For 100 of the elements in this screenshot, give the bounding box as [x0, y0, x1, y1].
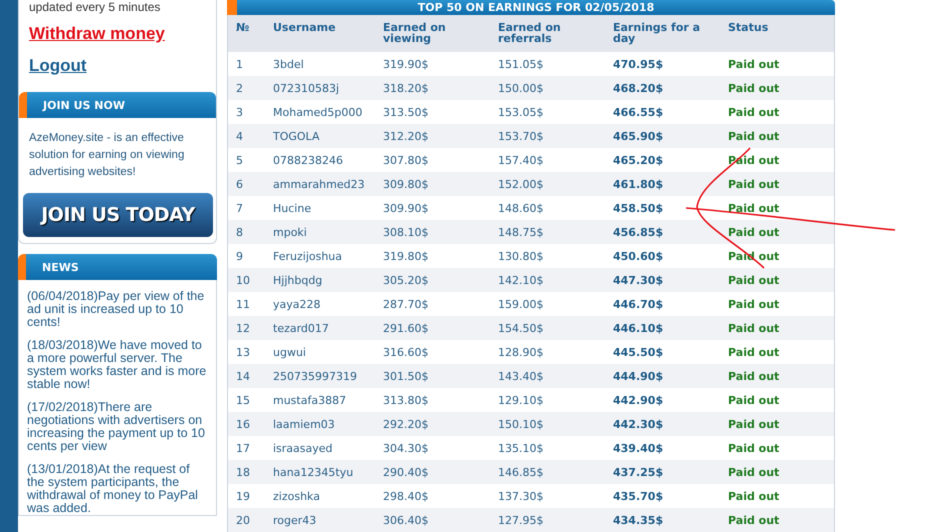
update-note: updated every 5 minutes	[28, 0, 162, 16]
column-header: Username	[272, 22, 337, 33]
table-cell-text: Paid out	[727, 442, 780, 454]
table-cell-text: tezard017	[272, 322, 330, 334]
table-cell-text: Paid out	[727, 106, 780, 118]
news-item: (13/01/2018)At the request of the system participants, the withdrawal of money to PayPal was added.	[27, 463, 199, 515]
table-cell-text: 151.05$	[497, 58, 544, 70]
sidebar-link[interactable]: Withdraw money	[29, 24, 165, 44]
table-cell-text: Feruzijoshua	[272, 250, 344, 262]
table-cell-text: 14	[235, 370, 251, 382]
table-cell-text: 152.00$	[497, 178, 544, 190]
table-cell-text: ammarahmed23	[272, 178, 366, 190]
table-cell-text: 150.10$	[497, 418, 544, 430]
news-item: (17/02/2018)There are negotiations with advertisers on increasing the payment up to 10 cents per view	[27, 401, 206, 453]
table-cell-text: 7	[235, 202, 244, 214]
panel-header: NEWS	[18, 254, 217, 280]
table-cell-text: 8	[235, 226, 244, 238]
table-cell-text: Paid out	[727, 346, 780, 358]
table-cell-text: Hucine	[272, 202, 312, 214]
table-cell-text: 17	[235, 442, 251, 454]
table-cell-text: Paid out	[727, 322, 780, 334]
table-cell-text: 316.60$	[382, 346, 430, 358]
table-cell-text: 130.80$	[497, 250, 544, 262]
table-cell-text: 159.00$	[497, 298, 544, 310]
join-button[interactable]: JOIN US TODAY	[23, 193, 213, 237]
table-cell-text: 072310583j	[272, 82, 340, 94]
table-cell-text: 298.40$	[382, 490, 430, 502]
table-cell-text: 439.40$	[612, 442, 664, 454]
table-cell-text: ugwui	[272, 346, 307, 358]
table-cell-text: Paid out	[727, 490, 780, 502]
table-cell-text: Paid out	[727, 394, 780, 406]
table-cell-text: 465.90$	[612, 130, 664, 142]
table-cell-text: israasayed	[272, 442, 334, 454]
table-cell-text: 18	[235, 466, 251, 478]
table-cell-text: 20	[235, 514, 251, 526]
table-cell-text: 442.30$	[612, 418, 664, 430]
table-cell-text: zizoshka	[272, 490, 321, 502]
table-cell-text: Paid out	[727, 130, 780, 142]
table-cell-text: 11	[235, 298, 251, 310]
table-cell-text: 13	[235, 346, 251, 358]
sidebar-link[interactable]: Logout	[29, 56, 87, 76]
table-cell-text: 466.55$	[612, 106, 664, 118]
join-description: AzeMoney.site - is an effective solution for earning on viewing advertising websites!	[28, 131, 186, 180]
table-cell-text: 309.90$	[382, 202, 430, 214]
table-cell-text: 5	[235, 154, 244, 166]
table-cell-text: 437.25$	[612, 466, 664, 478]
table-cell-text: Paid out	[727, 178, 780, 190]
table-cell-text: Paid out	[727, 274, 780, 286]
table-cell-text: 15	[235, 394, 251, 406]
table-cell-text: 435.70$	[612, 490, 664, 502]
table-cell-text: 465.20$	[612, 154, 664, 166]
news-item: (18/03/2018)We have moved to a more powerful server. The system works faster and is more stable now!	[27, 339, 208, 391]
table-cell-text: 313.50$	[382, 106, 430, 118]
table-cell-text: 157.40$	[497, 154, 544, 166]
table-cell-text: 146.85$	[497, 466, 544, 478]
table-cell-text: 137.30$	[497, 490, 544, 502]
table-cell-text: laamiem03	[272, 418, 336, 430]
table-cell-text: 12	[235, 322, 251, 334]
table-cell-text: 445.50$	[612, 346, 664, 358]
table-cell-text: 129.10$	[497, 394, 544, 406]
table-cell-text: Paid out	[727, 370, 780, 382]
table-cell-text: 150.00$	[497, 82, 544, 94]
table-cell-text: 458.50$	[612, 202, 664, 214]
table-cell-text: TOGOLA	[272, 130, 320, 142]
table-cell-text: 444.90$	[612, 370, 664, 382]
table-cell-text: mustafa3887	[272, 394, 348, 406]
table-cell-text: 456.85$	[612, 226, 664, 238]
table-cell-text: 308.10$	[382, 226, 430, 238]
table-cell-text: Paid out	[727, 226, 780, 238]
table-cell-text: Paid out	[727, 82, 780, 94]
table-cell-text: roger43	[272, 514, 318, 526]
table-cell-text: yaya228	[272, 298, 322, 310]
table-cell-text: 304.30$	[382, 442, 430, 454]
column-header: Earned on viewing	[382, 22, 447, 44]
table-cell-text: 19	[235, 490, 251, 502]
column-header: №	[235, 22, 250, 33]
table-cell-text: 128.90$	[497, 346, 544, 358]
table-cell-text: 318.20$	[382, 82, 430, 94]
table-cell-text: 442.90$	[612, 394, 664, 406]
table-cell-text: 470.95$	[612, 58, 664, 70]
table-cell-text: Paid out	[727, 298, 780, 310]
panel-header: JOIN US NOW	[19, 92, 216, 118]
table-cell-text: 292.20$	[382, 418, 430, 430]
table-cell-text: 319.90$	[382, 58, 430, 70]
table-cell-text: 250735997319	[272, 370, 358, 382]
table-cell-text: 4	[235, 130, 244, 142]
table-cell-text: Paid out	[727, 202, 780, 214]
table-cell-text: 3	[235, 106, 244, 118]
column-header: Earnings for a day	[612, 22, 702, 44]
table-cell-text: Paid out	[727, 466, 780, 478]
table-cell-text: 148.60$	[497, 202, 544, 214]
table-cell-text: hana12345tyu	[272, 466, 354, 478]
table-cell-text: 9	[235, 250, 244, 262]
table-cell-text: 135.10$	[497, 442, 544, 454]
table-cell-text: 3bdel	[272, 58, 305, 70]
table-cell-text: 468.20$	[612, 82, 664, 94]
table-cell-text: 148.75$	[497, 226, 544, 238]
table-cell-text: 450.60$	[612, 250, 664, 262]
table-cell-text: Paid out	[727, 514, 780, 526]
table-cell-text: 142.10$	[497, 274, 544, 286]
